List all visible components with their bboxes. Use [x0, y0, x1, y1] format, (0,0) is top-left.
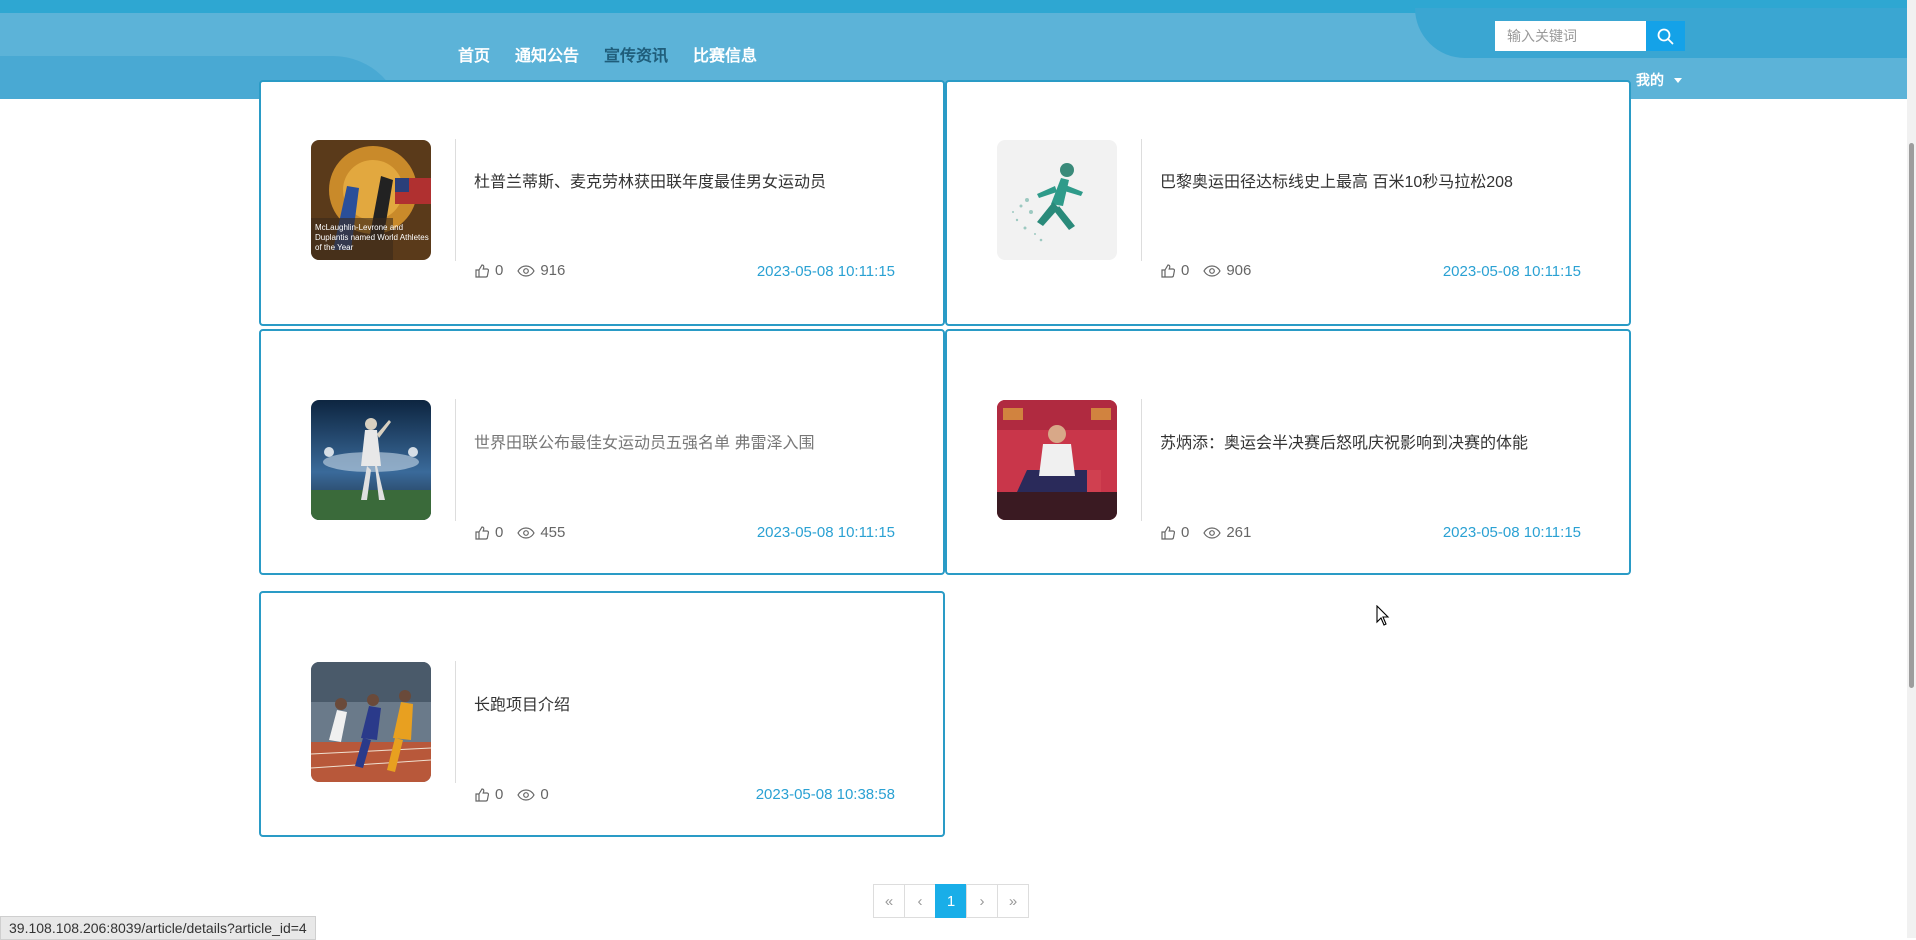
view-count-value: 455: [540, 524, 566, 541]
article-thumbnail: [311, 662, 431, 782]
article-stats: 0 916: [474, 262, 579, 279]
svg-text:Duplantis named World Athletes: Duplantis named World Athletes: [315, 233, 429, 242]
thumbs-up-icon: [475, 263, 490, 278]
first-page-button[interactable]: «: [873, 884, 905, 918]
like-count[interactable]: 0: [1160, 262, 1189, 279]
eye-icon: [517, 264, 536, 277]
eye-icon: [517, 788, 536, 801]
article-stats: 0 906: [1160, 262, 1265, 279]
article-card[interactable]: 世界田联公布最佳女运动员五强名单 弗雷泽入围 0 455 2023-05-08 …: [259, 329, 945, 575]
article-card[interactable]: McLaughlin-Levrone and Duplantis named W…: [259, 80, 945, 326]
browser-status-url: 39.108.108.206:8039/article/details?arti…: [0, 916, 316, 940]
article-card[interactable]: 长跑项目介绍 0 0 2023-05-08 10:38:58: [259, 591, 945, 837]
article-stats: 0 455: [474, 524, 579, 541]
article-thumbnail: [997, 400, 1117, 520]
eye-icon: [517, 526, 536, 539]
article-card[interactable]: 巴黎奥运田径达标线史上最高 百米10秒马拉松208 0 906 2023-05-…: [945, 80, 1631, 326]
card-divider: [455, 139, 456, 261]
scrollbar-thumb[interactable]: [1909, 143, 1914, 688]
card-divider: [455, 399, 456, 521]
like-count-value: 0: [495, 524, 504, 541]
like-count[interactable]: 0: [474, 786, 503, 803]
svg-text:McLaughlin-Levrone and: McLaughlin-Levrone and: [315, 223, 403, 232]
article-date: 2023-05-08 10:38:58: [755, 786, 895, 803]
article-title[interactable]: 世界田联公布最佳女运动员五强名单 弗雷泽入围: [474, 429, 814, 453]
like-count[interactable]: 0: [1160, 524, 1189, 541]
search-icon: [1657, 28, 1674, 44]
card-divider: [455, 661, 456, 783]
svg-text:of the Year: of the Year: [315, 243, 354, 252]
thumbs-up-icon: [475, 525, 490, 540]
article-title[interactable]: 巴黎奥运田径达标线史上最高 百米10秒马拉松208: [1160, 168, 1513, 192]
article-date: 2023-05-08 10:11:15: [756, 263, 895, 280]
eye-icon: [1203, 264, 1222, 277]
view-count: 455: [517, 524, 565, 541]
thumbs-up-icon: [1161, 525, 1176, 540]
view-count: 0: [517, 786, 549, 803]
article-stats: 0 261: [1160, 524, 1265, 541]
view-count-value: 0: [540, 786, 549, 803]
like-count-value: 0: [495, 786, 504, 803]
user-menu-label: 我的: [1636, 72, 1664, 88]
next-page-button[interactable]: ›: [966, 884, 998, 918]
card-divider: [1141, 399, 1142, 521]
like-count[interactable]: 0: [474, 524, 503, 541]
chevron-down-icon: [1674, 77, 1682, 83]
page-button-current[interactable]: 1: [935, 884, 967, 918]
article-title[interactable]: 长跑项目介绍: [474, 691, 570, 715]
thumbs-up-icon: [1161, 263, 1176, 278]
pagination: « ‹ 1 › »: [873, 884, 1029, 918]
article-card[interactable]: 苏炳添：奥运会半决赛后怒吼庆祝影响到决赛的体能 0 261 2023-05-08…: [945, 329, 1631, 575]
like-count-value: 0: [1181, 262, 1190, 279]
card-divider: [1141, 139, 1142, 261]
mouse-cursor-icon: [1376, 605, 1390, 626]
like-count-value: 0: [495, 262, 504, 279]
article-date: 2023-05-08 10:11:15: [1442, 524, 1581, 541]
article-thumbnail: McLaughlin-Levrone and Duplantis named W…: [311, 140, 431, 260]
search-button[interactable]: [1646, 21, 1685, 51]
thumbs-up-icon: [475, 787, 490, 802]
article-date: 2023-05-08 10:11:15: [1442, 263, 1581, 280]
article-date: 2023-05-08 10:11:15: [756, 524, 895, 541]
last-page-button[interactable]: »: [997, 884, 1029, 918]
article-grid: McLaughlin-Levrone and Duplantis named W…: [259, 80, 1631, 840]
like-count-value: 0: [1181, 524, 1190, 541]
article-stats: 0 0: [474, 786, 563, 803]
article-title[interactable]: 杜普兰蒂斯、麦克劳林获田联年度最佳男女运动员: [474, 168, 826, 192]
view-count: 261: [1203, 524, 1251, 541]
like-count[interactable]: 0: [474, 262, 503, 279]
view-count: 916: [517, 262, 565, 279]
view-count: 906: [1203, 262, 1251, 279]
user-menu[interactable]: 我的: [1636, 70, 1682, 90]
article-thumbnail: [997, 140, 1117, 260]
search-input[interactable]: 输入关键词: [1495, 21, 1646, 51]
prev-page-button[interactable]: ‹: [904, 884, 936, 918]
view-count-value: 916: [540, 262, 566, 279]
view-count-value: 906: [1226, 262, 1252, 279]
article-title[interactable]: 苏炳添：奥运会半决赛后怒吼庆祝影响到决赛的体能: [1160, 429, 1528, 453]
page-scrollbar[interactable]: [1907, 0, 1916, 938]
view-count-value: 261: [1226, 524, 1252, 541]
article-thumbnail: [311, 400, 431, 520]
eye-icon: [1203, 526, 1222, 539]
